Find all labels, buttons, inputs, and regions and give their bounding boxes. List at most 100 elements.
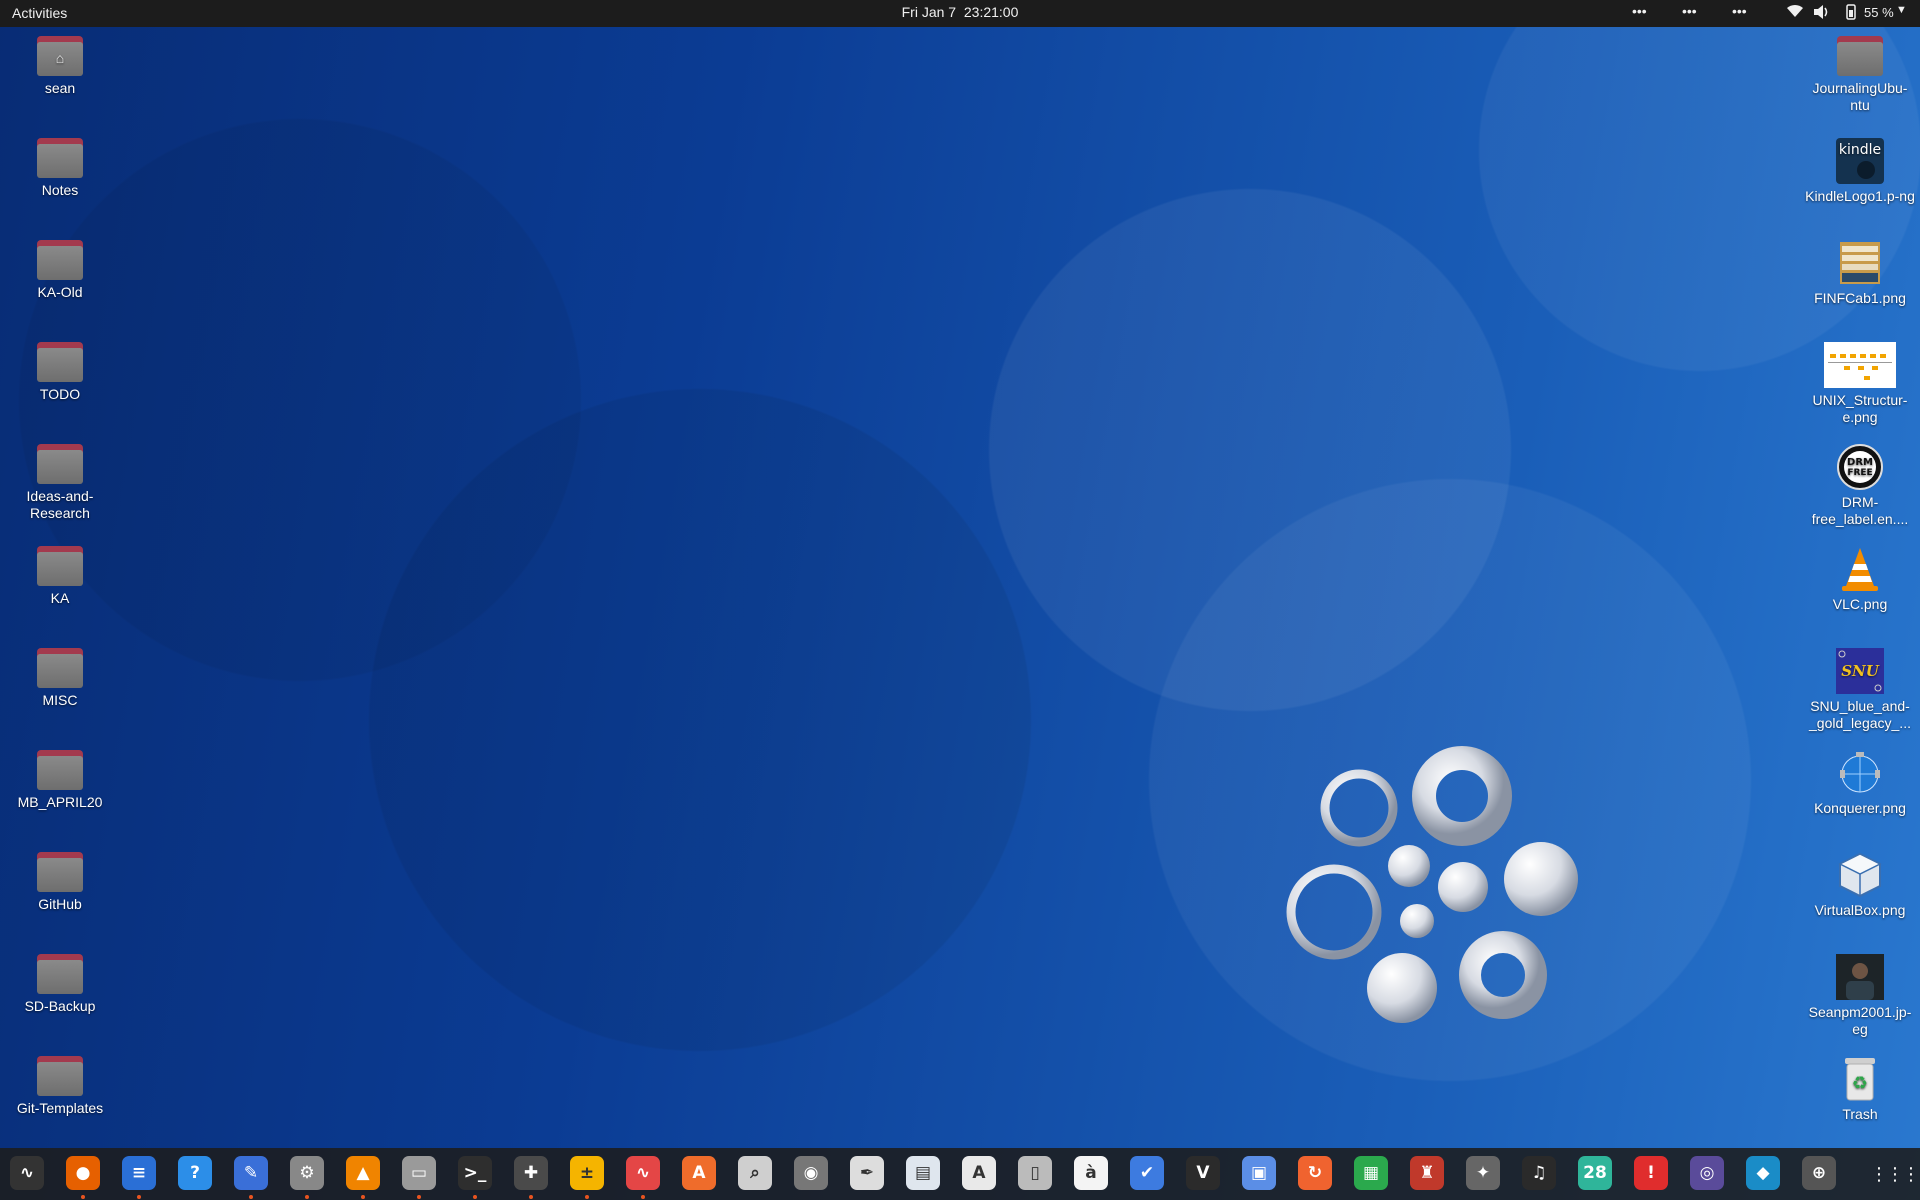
desktop-item-10[interactable]: Git-Templates: [5, 1056, 115, 1117]
game-icon: ♜: [1419, 1163, 1435, 1183]
show-applications-grid-icon[interactable]: ⋮⋮⋮: [1870, 1158, 1920, 1190]
folder-icon: [37, 138, 83, 178]
desktop-icon-label: UNIX_Structur-e.png: [1812, 392, 1908, 425]
battery-percentage: 55 %: [1864, 5, 1894, 20]
desktop-file-10[interactable]: ♻ Trash: [1805, 1056, 1915, 1123]
desktop-file-1[interactable]: kindle KindleLogo1.p-ng: [1805, 138, 1915, 205]
dock-app-todo[interactable]: ✔: [1130, 1156, 1164, 1190]
dock-app-weather-app[interactable]: ◆: [1746, 1156, 1780, 1190]
svg-text:DRM: DRM: [1847, 457, 1873, 468]
desktop-item-3[interactable]: TODO: [5, 342, 115, 403]
folder-icon: [37, 648, 83, 688]
dock-app-gimp[interactable]: ✦: [1466, 1156, 1500, 1190]
svg-text:♻: ♻: [1852, 1073, 1868, 1094]
desktop-file-3[interactable]: UNIX_Structur-e.png: [1805, 342, 1915, 426]
desktop-file-5[interactable]: VLC.png: [1805, 546, 1915, 613]
running-indicator: [361, 1195, 365, 1199]
desktop-item-1[interactable]: Notes: [5, 138, 115, 199]
kindle-image-icon: kindle: [1836, 138, 1884, 184]
desktop-item-5[interactable]: KA: [5, 546, 115, 607]
disks-icon: ◉: [803, 1163, 819, 1183]
dock-app-screenshot[interactable]: ◎: [1690, 1156, 1724, 1190]
desktop-icon-label: KA: [50, 590, 70, 606]
dock-app-settings[interactable]: ⚙: [290, 1156, 324, 1190]
terminal-icon: >_: [463, 1163, 487, 1183]
dock-app-disks[interactable]: ◉: [794, 1156, 828, 1190]
desktop-item-8[interactable]: GitHub: [5, 852, 115, 913]
system-menu-chevron-down-icon[interactable]: ▼: [1896, 4, 1907, 16]
files-icon: ▭: [410, 1163, 428, 1183]
software-center-icon: A: [692, 1163, 706, 1183]
desktop-item-2[interactable]: KA-Old: [5, 240, 115, 301]
dock-app-character-map[interactable]: à: [1074, 1156, 1108, 1190]
dock-app-files[interactable]: ▭: [402, 1156, 436, 1190]
dock-app-firefox[interactable]: ●: [66, 1156, 100, 1190]
drm-free-image-icon: DRM FREE: [1836, 444, 1884, 490]
folder-icon: [37, 852, 83, 892]
dock-app-vlc[interactable]: ▲: [346, 1156, 380, 1190]
desktop-file-8[interactable]: VirtualBox.png: [1805, 852, 1915, 919]
dock-app-vim[interactable]: V: [1186, 1156, 1220, 1190]
battery-icon[interactable]: [1843, 2, 1859, 25]
desktop-item-0[interactable]: ⌂ sean: [5, 36, 115, 97]
folder-icon: [37, 954, 83, 994]
dock-app-help[interactable]: ?: [178, 1156, 212, 1190]
system-monitor-icon: ∿: [19, 1163, 35, 1183]
dock-app-inkscape[interactable]: ✒: [850, 1156, 884, 1190]
desktop-item-7[interactable]: MB_APRIL20: [5, 750, 115, 811]
indicator-menu-1[interactable]: •••: [1632, 3, 1647, 19]
vlc-icon: ▲: [356, 1163, 370, 1183]
desktop-item-4[interactable]: Ideas-and-Research: [5, 444, 115, 522]
indicator-menu-2[interactable]: •••: [1682, 3, 1697, 19]
desktop-file-4[interactable]: DRM FREE DRM-free_label.en....: [1805, 444, 1915, 528]
dock-app-news-reader[interactable]: ▤: [906, 1156, 940, 1190]
desktop-icon-label: JournalingUbu-ntu: [1812, 80, 1908, 113]
image-viewer-icon: ⌕: [750, 1163, 760, 1183]
dock-app-software-updater[interactable]: ↻: [1298, 1156, 1332, 1190]
folder-icon: [37, 444, 83, 484]
virtualbox-cube-icon: [1836, 852, 1884, 898]
dock-app-archive-manager[interactable]: ▯: [1018, 1156, 1052, 1190]
vim-icon: V: [1196, 1163, 1210, 1183]
trash-icon: ♻: [1836, 1056, 1884, 1102]
dock-app-terminal[interactable]: >_: [458, 1156, 492, 1190]
desktop-file-0[interactable]: JournalingUbu-ntu: [1805, 36, 1915, 114]
desktop-icon-label: KA-Old: [37, 284, 83, 300]
cabinet-image-icon: [1836, 240, 1884, 286]
desktop-file-2[interactable]: FINFCab1.png: [1805, 240, 1915, 307]
dock-app-calculator[interactable]: ±: [570, 1156, 604, 1190]
running-indicator: [81, 1195, 85, 1199]
desktop-file-9[interactable]: Seanpm2001.jp-eg: [1805, 954, 1915, 1038]
dock-app-ubuntu-one[interactable]: ⊕: [1802, 1156, 1836, 1190]
dock-app-spreadsheet[interactable]: ▦: [1354, 1156, 1388, 1190]
dock-app-charts[interactable]: ∿: [626, 1156, 660, 1190]
gimp-icon: ✦: [1475, 1163, 1491, 1183]
dock-app-calendar[interactable]: 28: [1578, 1156, 1612, 1190]
dock-app-document-viewer[interactable]: A: [962, 1156, 996, 1190]
dock-app-error-reporter[interactable]: !: [1634, 1156, 1668, 1190]
dock-app-game[interactable]: ♜: [1410, 1156, 1444, 1190]
desktop-file-7[interactable]: Konquerer.png: [1805, 750, 1915, 817]
extensions-icon: ✚: [523, 1163, 539, 1183]
libreoffice-writer-icon: ≡: [131, 1163, 147, 1183]
spreadsheet-icon: ▦: [1362, 1163, 1380, 1183]
wifi-icon[interactable]: [1785, 1, 1805, 26]
desktop-item-6[interactable]: MISC: [5, 648, 115, 709]
dock-app-text-editor[interactable]: ✎: [234, 1156, 268, 1190]
indicator-menu-3[interactable]: •••: [1732, 3, 1747, 19]
diagram-image-icon: [1824, 342, 1896, 388]
desktop-item-9[interactable]: SD-Backup: [5, 954, 115, 1015]
dock-app-software-center[interactable]: A: [682, 1156, 716, 1190]
volume-icon[interactable]: [1811, 2, 1831, 25]
dock-app-remote-desktop[interactable]: ▣: [1242, 1156, 1276, 1190]
folder-icon: [37, 546, 83, 586]
dock-app-extensions[interactable]: ✚: [514, 1156, 548, 1190]
dock-app-music[interactable]: ♫: [1522, 1156, 1556, 1190]
kindle-badge-text: kindle: [1839, 142, 1881, 158]
dock-app-image-viewer[interactable]: ⌕: [738, 1156, 772, 1190]
dock-app-libreoffice-writer[interactable]: ≡: [122, 1156, 156, 1190]
desktop-file-6[interactable]: SNU SNU_blue_and-_gold_legacy_...: [1805, 648, 1915, 732]
desktop-icon-label: MISC: [42, 692, 78, 708]
dock-app-system-monitor[interactable]: ∿: [10, 1156, 44, 1190]
todo-icon: ✔: [1139, 1163, 1155, 1183]
